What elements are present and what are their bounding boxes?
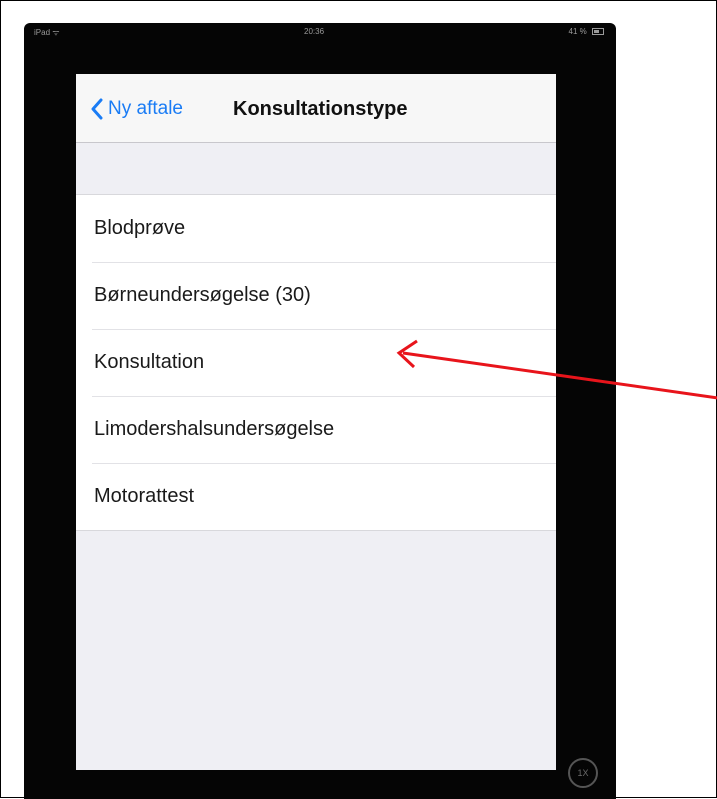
list-item-label: Motorattest — [94, 485, 195, 507]
status-battery: 41 % — [568, 27, 587, 36]
list-item-motorattest[interactable]: Motorattest — [76, 463, 556, 530]
list-item-blodprove[interactable]: Blodprøve — [76, 195, 556, 262]
screenshot-frame: iPad ᯤ 20:36 41 % Ny aftale Konsultation… — [0, 0, 717, 799]
status-carrier: iPad ᯤ — [34, 28, 60, 37]
navigation-bar: Ny aftale Konsultationstype — [76, 74, 556, 143]
list-item-borneundersogelse[interactable]: Børneundersøgelse (30) — [76, 262, 556, 329]
battery-icon — [592, 28, 604, 36]
list-item-label: Blodprøve — [94, 217, 186, 239]
status-bar: iPad ᯤ 20:36 41 % — [24, 23, 616, 41]
list-item-limodershalsundersogelse[interactable]: Limodershalsundersøgelse — [76, 396, 556, 463]
list-item-label: Konsultation — [94, 351, 205, 373]
status-time: 20:36 — [304, 27, 325, 36]
back-button[interactable]: Ny aftale — [90, 97, 183, 121]
assistive-touch-label: 1X — [577, 768, 589, 778]
list-item-konsultation[interactable]: Konsultation — [76, 329, 556, 396]
page-title: Konsultationstype — [233, 98, 408, 120]
back-button-label: Ny aftale — [108, 98, 183, 119]
consultation-type-list: Blodprøve Børneundersøgelse (30) Konsult… — [76, 194, 556, 531]
app-screen: Ny aftale Konsultationstype Blodprøve Bø… — [76, 74, 556, 770]
list-item-label: Limodershalsundersøgelse — [94, 418, 335, 440]
assistive-touch-button[interactable]: 1X — [568, 758, 598, 788]
list-item-label: Børneundersøgelse (30) — [94, 284, 311, 306]
chevron-left-icon — [91, 98, 103, 120]
status-battery-group: 41 % — [569, 27, 604, 36]
